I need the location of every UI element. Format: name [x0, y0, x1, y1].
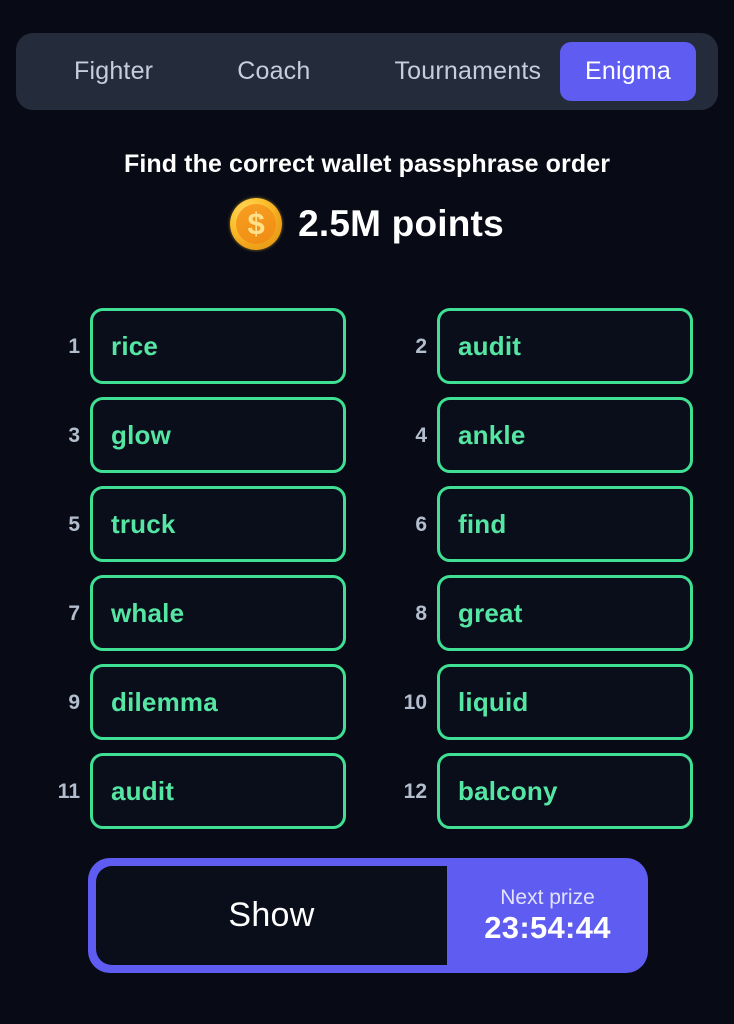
passphrase-index-5: 5 — [68, 512, 80, 536]
passphrase-cell-7: 7 whale — [40, 575, 387, 651]
passphrase-word-1: rice — [111, 331, 159, 361]
passphrase-cell-8: 8 great — [387, 575, 734, 651]
coin-dollar-glyph: $ — [247, 205, 265, 241]
passphrase-index-3: 3 — [68, 423, 80, 447]
passphrase-word-box-6[interactable]: find — [437, 486, 693, 562]
passphrase-cell-4: 4 ankle — [387, 397, 734, 473]
passphrase-word-4: ankle — [458, 420, 526, 450]
tab-enigma[interactable]: Enigma — [560, 42, 696, 101]
passphrase-cell-5: 5 truck — [40, 486, 387, 562]
passphrase-word-box-8[interactable]: great — [437, 575, 693, 651]
passphrase-cell-2: 2 audit — [387, 308, 734, 384]
passphrase-grid: 1 rice 2 audit 3 glow 4 ankle 5 truck 6 … — [0, 308, 734, 829]
passphrase-word-box-12[interactable]: balcony — [437, 753, 693, 829]
passphrase-cell-9: 9 dilemma — [40, 664, 387, 740]
passphrase-word-box-7[interactable]: whale — [90, 575, 346, 651]
passphrase-word-6: find — [458, 509, 507, 539]
passphrase-cell-6: 6 find — [387, 486, 734, 562]
passphrase-word-3: glow — [111, 420, 172, 450]
passphrase-cell-11: 11 audit — [40, 753, 387, 829]
passphrase-word-box-2[interactable]: audit — [437, 308, 693, 384]
tab-fighter[interactable]: Fighter — [56, 59, 171, 84]
passphrase-index-2: 2 — [415, 334, 427, 358]
page-title: Find the correct wallet passphrase order — [123, 150, 611, 178]
passphrase-word-box-11[interactable]: audit — [90, 753, 346, 829]
passphrase-index-7: 7 — [68, 601, 80, 625]
passphrase-index-12: 12 — [403, 779, 427, 803]
passphrase-word-box-5[interactable]: truck — [90, 486, 346, 562]
passphrase-word-7: whale — [111, 598, 185, 628]
passphrase-word-box-4[interactable]: ankle — [437, 397, 693, 473]
next-prize-countdown: 23:54:44 — [484, 910, 611, 945]
passphrase-index-4: 4 — [415, 423, 427, 447]
passphrase-word-5: truck — [111, 509, 176, 539]
passphrase-word-box-3[interactable]: glow — [90, 397, 346, 473]
next-prize-timer: Next prize 23:54:44 — [447, 858, 648, 973]
next-prize-label: Next prize — [500, 885, 595, 909]
main-tab-bar: Fighter Coach Tournaments Enigma — [16, 33, 718, 110]
passphrase-word-box-10[interactable]: liquid — [437, 664, 693, 740]
show-button[interactable]: Show — [96, 866, 447, 965]
passphrase-word-8: great — [458, 598, 523, 628]
passphrase-word-box-1[interactable]: rice — [90, 308, 346, 384]
enigma-screen: Fighter Coach Tournaments Enigma Find th… — [0, 0, 734, 1024]
passphrase-index-9: 9 — [68, 690, 80, 714]
passphrase-index-1: 1 — [68, 334, 80, 358]
passphrase-word-box-9[interactable]: dilemma — [90, 664, 346, 740]
prize-row: $ 2.5M points — [0, 198, 734, 250]
passphrase-cell-10: 10 liquid — [387, 664, 734, 740]
show-button-label: Show — [228, 896, 315, 934]
passphrase-cell-1: 1 rice — [40, 308, 387, 384]
prize-amount: 2.5M points — [298, 203, 504, 244]
coin-dollar-icon: $ — [230, 198, 283, 250]
passphrase-index-6: 6 — [415, 512, 427, 536]
passphrase-index-10: 10 — [403, 690, 427, 714]
passphrase-cell-3: 3 glow — [40, 397, 387, 473]
passphrase-word-2: audit — [458, 331, 522, 361]
passphrase-index-8: 8 — [415, 601, 427, 625]
tab-coach[interactable]: Coach — [219, 59, 328, 84]
passphrase-cell-12: 12 balcony — [387, 753, 734, 829]
passphrase-word-12: balcony — [458, 776, 558, 806]
bottom-action-bar: Show Next prize 23:54:44 — [88, 858, 648, 973]
tab-tournaments[interactable]: Tournaments — [376, 59, 559, 84]
passphrase-word-10: liquid — [458, 687, 529, 717]
passphrase-word-11: audit — [111, 776, 175, 806]
passphrase-word-9: dilemma — [111, 687, 218, 717]
passphrase-index-11: 11 — [57, 779, 80, 803]
